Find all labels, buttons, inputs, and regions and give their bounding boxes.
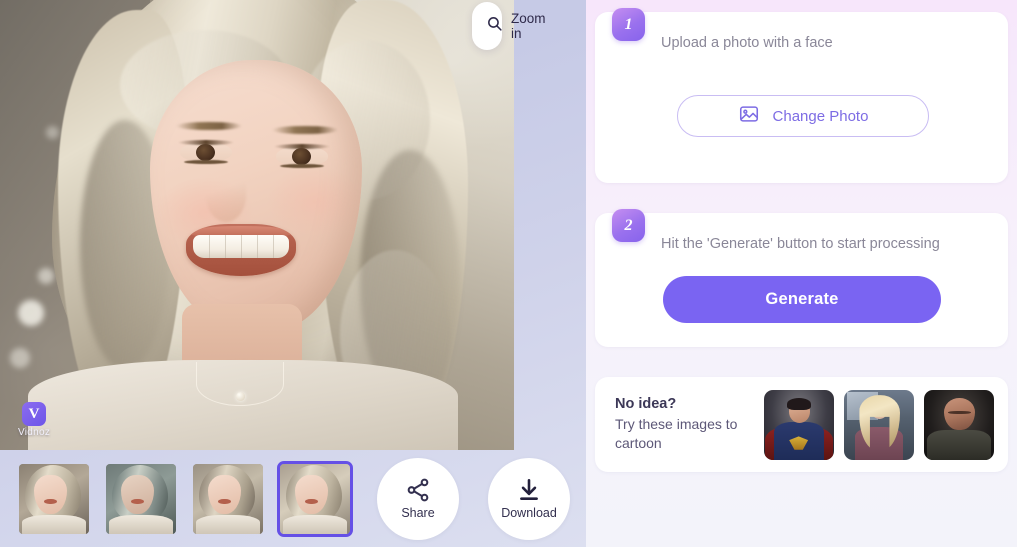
- teeth-gap-1: [209, 235, 210, 258]
- sample-image-bald-man[interactable]: [924, 389, 994, 460]
- bokeh-2: [38, 268, 54, 284]
- result-thumbnail-4[interactable]: [277, 460, 353, 537]
- eyelid-left: [184, 160, 228, 164]
- sample-image-list: [764, 389, 994, 460]
- result-thumbnail-2[interactable]: [106, 463, 176, 534]
- vidnoz-logo-label: Vidnoz: [18, 427, 51, 438]
- change-photo-label: Change Photo: [772, 107, 869, 125]
- share-label: Share: [401, 506, 435, 520]
- download-button[interactable]: Download: [488, 457, 570, 540]
- result-thumbnail-3[interactable]: [193, 463, 263, 534]
- zoom-in-button[interactable]: Zoom in: [472, 2, 546, 50]
- step-1-title: Upload a photo with a face: [661, 35, 833, 51]
- teeth-gap-2: [225, 235, 226, 258]
- bokeh-4: [46, 126, 59, 139]
- thumb-body: [108, 515, 174, 534]
- thumb-body: [282, 515, 348, 534]
- suggestions-title: No idea?: [615, 395, 677, 412]
- share-icon: [405, 477, 431, 503]
- thumb-face: [208, 474, 241, 514]
- download-icon: [516, 477, 542, 503]
- sample-armor: [926, 430, 992, 460]
- controls-panel: 1 Upload a photo with a face Change Phot…: [586, 0, 1017, 547]
- step-2-card: 2 Hit the 'Generate' button to start pro…: [595, 209, 1008, 347]
- app-root: V Vidnoz Zoom in Share Download 1 Upload…: [0, 0, 1017, 547]
- search-icon: [486, 15, 503, 37]
- change-photo-button[interactable]: Change Photo: [677, 95, 929, 137]
- sample-image-blonde-woman[interactable]: [844, 389, 914, 460]
- eyelid-right: [280, 164, 324, 168]
- necklace-pendant: [236, 392, 245, 401]
- thumb-body: [195, 515, 261, 534]
- thumb-face: [295, 474, 328, 514]
- suggestions-card: No idea? Try these images to cartoon: [595, 377, 1008, 472]
- preview-panel: V Vidnoz Zoom in Share Download: [0, 0, 586, 547]
- teeth-gap-5: [273, 235, 274, 258]
- portrait-image: [0, 0, 514, 450]
- eye-right: [276, 146, 328, 166]
- suggestions-inner: No idea? Try these images to cartoon: [595, 377, 1008, 472]
- step-1-card: 1 Upload a photo with a face Change Phot…: [595, 8, 1008, 183]
- step-1-badge: 1: [612, 8, 645, 41]
- eyebrow-left: [176, 122, 242, 130]
- suggestions-subtitle: Try these images to cartoon: [615, 415, 738, 451]
- thumbnail-image: [106, 463, 176, 534]
- zoom-in-label: Zoom in: [511, 11, 546, 41]
- face: [150, 60, 362, 332]
- mouth: [186, 224, 296, 276]
- thumb-face: [121, 474, 154, 514]
- eyelash-right: [274, 144, 330, 149]
- generated-image-preview[interactable]: V Vidnoz: [0, 0, 514, 450]
- teeth-gap-3: [241, 235, 242, 258]
- sample-image-superhero[interactable]: [764, 389, 834, 460]
- teeth: [193, 235, 289, 258]
- nose: [206, 168, 246, 222]
- bokeh-3: [10, 348, 30, 368]
- thumbnail-image: [280, 463, 350, 534]
- bokeh-1: [18, 300, 44, 326]
- thumbnail-image: [19, 463, 89, 534]
- result-thumbnail-1[interactable]: [19, 463, 89, 534]
- step-2-title: Hit the 'Generate' button to start proce…: [661, 236, 940, 252]
- eyebrow-right: [272, 126, 338, 134]
- vidnoz-watermark: V Vidnoz: [18, 402, 50, 438]
- suggestions-text: No idea? Try these images to cartoon: [615, 396, 743, 454]
- sample-brow: [947, 410, 971, 414]
- thumb-face: [34, 474, 67, 514]
- eyelash-left: [178, 140, 234, 145]
- eye-left: [180, 142, 232, 162]
- step-2-badge: 2: [612, 209, 645, 242]
- vidnoz-logo-icon: V: [22, 402, 47, 426]
- teeth-gap-4: [257, 235, 258, 258]
- share-button[interactable]: Share: [377, 457, 459, 540]
- image-icon: [738, 103, 760, 130]
- download-label: Download: [501, 506, 557, 520]
- result-thumbnail-bar: Share Download: [0, 450, 586, 547]
- thumb-body: [21, 515, 87, 534]
- thumbnail-image: [193, 463, 263, 534]
- generate-button[interactable]: Generate: [663, 276, 941, 323]
- sample-hair: [787, 397, 811, 410]
